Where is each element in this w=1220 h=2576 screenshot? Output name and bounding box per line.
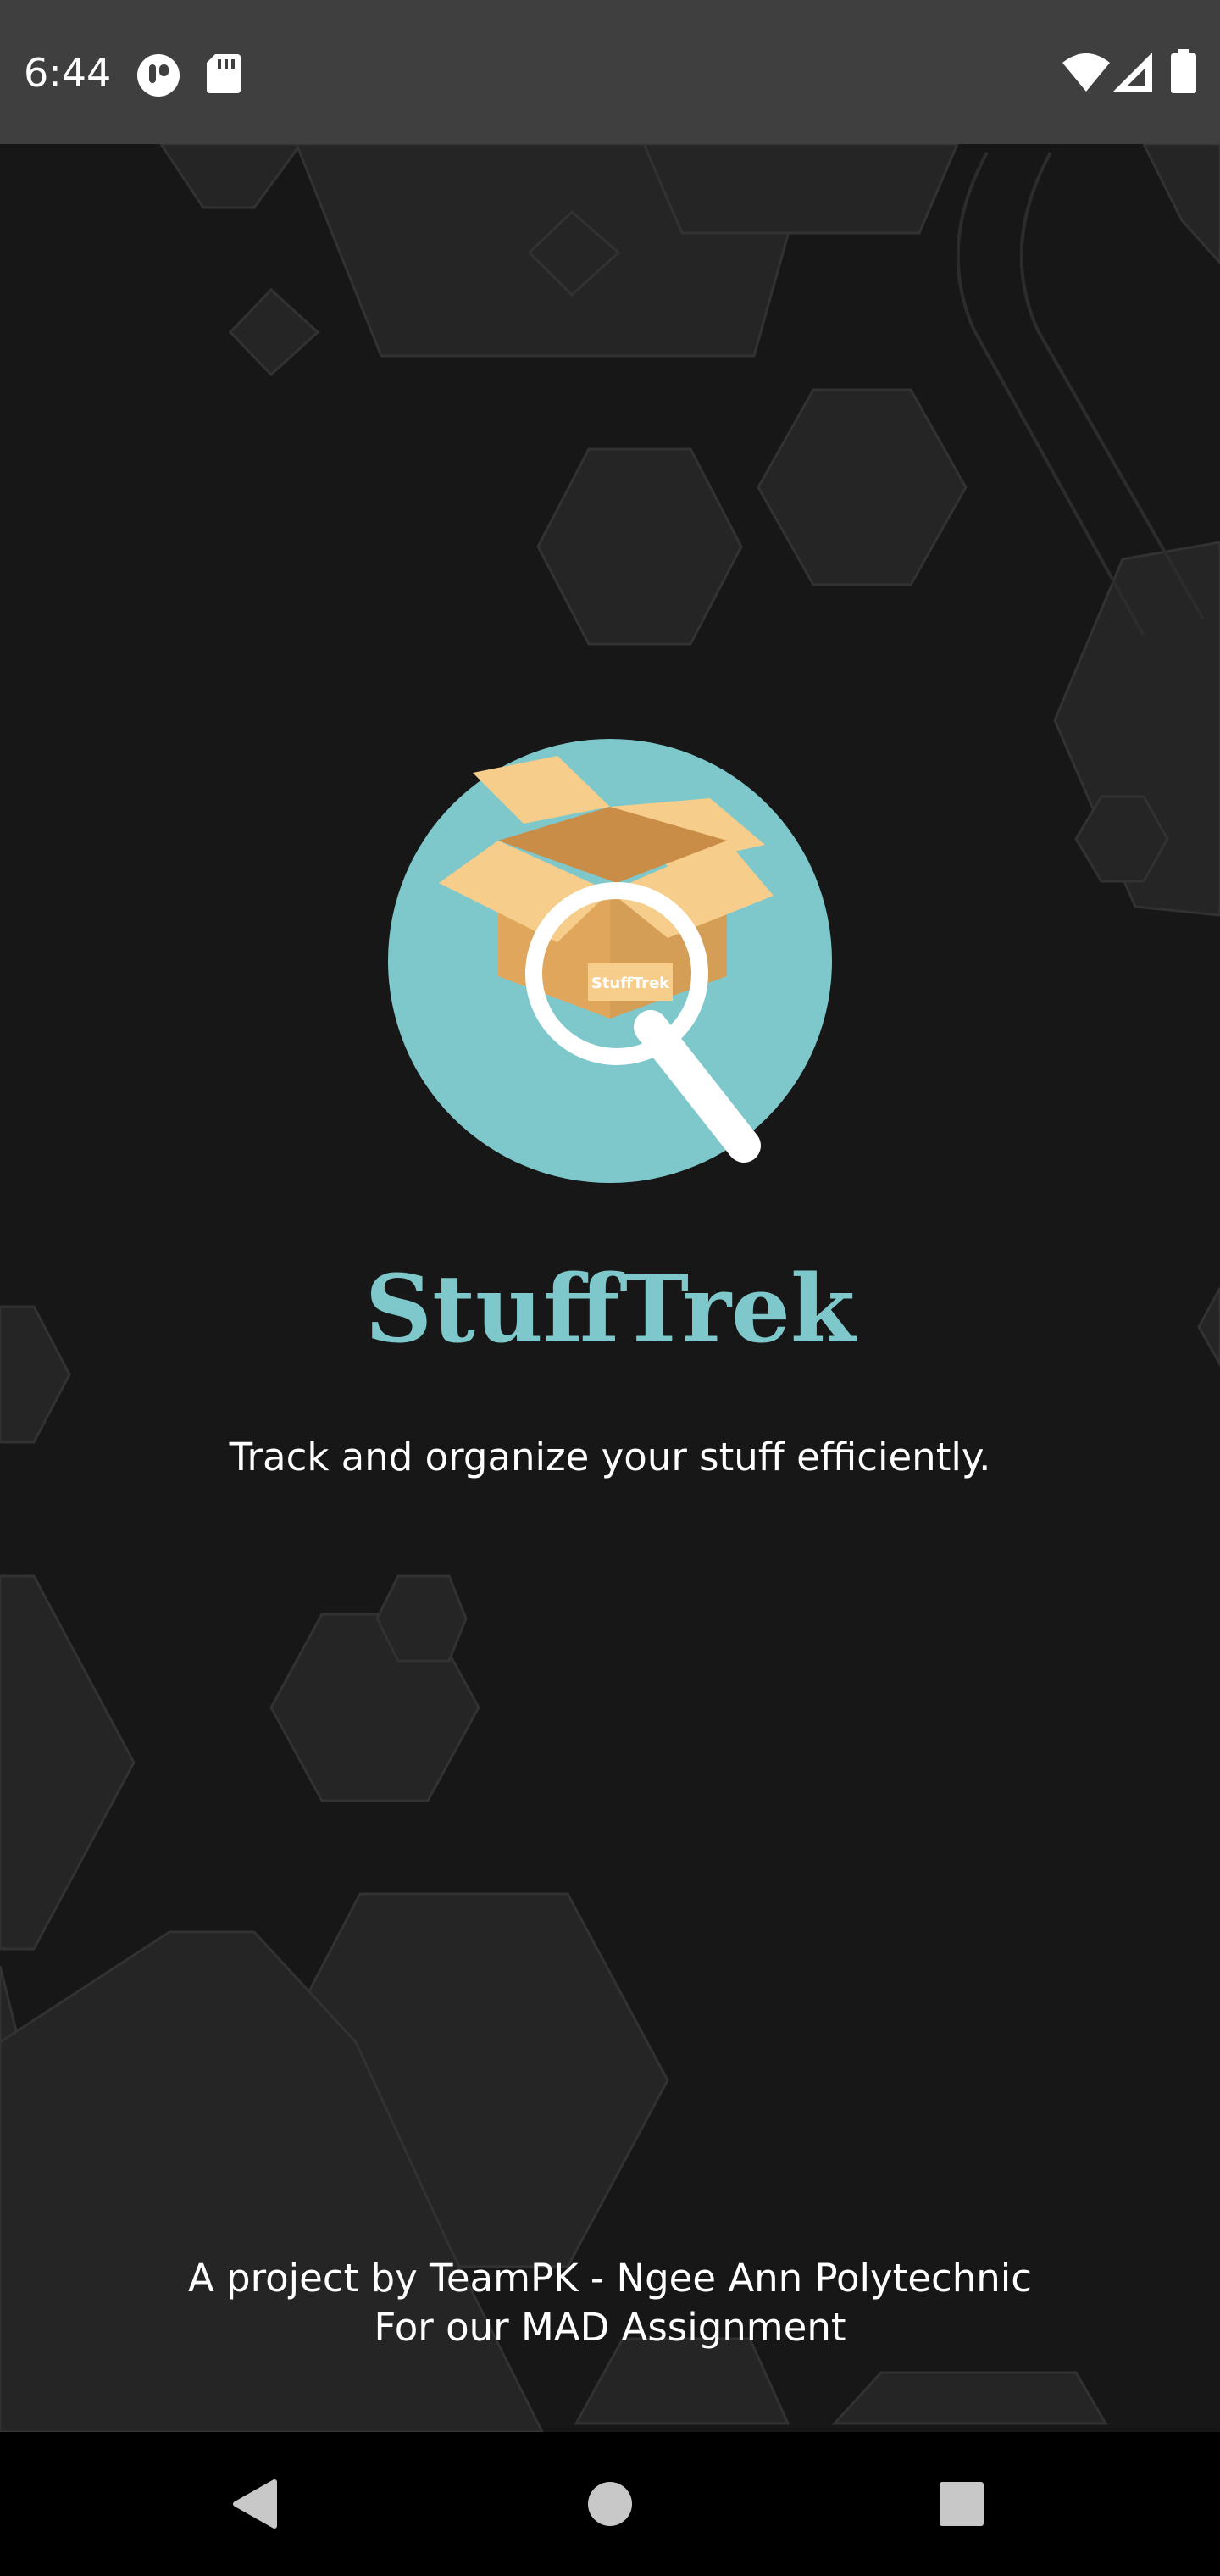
status-time: 6:44 (24, 50, 112, 96)
notification-app-icon (136, 53, 181, 102)
navigation-bar (0, 2432, 1220, 2576)
cell-signal-icon (1113, 53, 1152, 95)
status-bar: 6:44 (0, 0, 1220, 144)
recents-icon (940, 2482, 984, 2526)
sd-card-icon (207, 54, 241, 97)
wifi-icon (1062, 53, 1110, 95)
recents-button[interactable] (890, 2432, 1034, 2576)
home-icon (588, 2482, 632, 2526)
back-button[interactable] (182, 2432, 326, 2576)
home-button[interactable] (538, 2432, 682, 2576)
battery-icon (1171, 49, 1196, 97)
app-logo: StuffTrek (388, 739, 832, 1183)
credit-line-1: A project by TeamPK - Ngee Ann Polytechn… (187, 2256, 1033, 2301)
back-icon (233, 2479, 277, 2529)
credit-line-2: For our MAD Assignment (374, 2305, 846, 2350)
splash-screen: StuffTrek StuffTrek Track and organize y… (0, 144, 1220, 2432)
logo-label: StuffTrek (591, 974, 670, 992)
app-tagline: Track and organize your stuff efficientl… (229, 1435, 991, 1480)
app-title: StuffTrek (364, 1254, 856, 1363)
